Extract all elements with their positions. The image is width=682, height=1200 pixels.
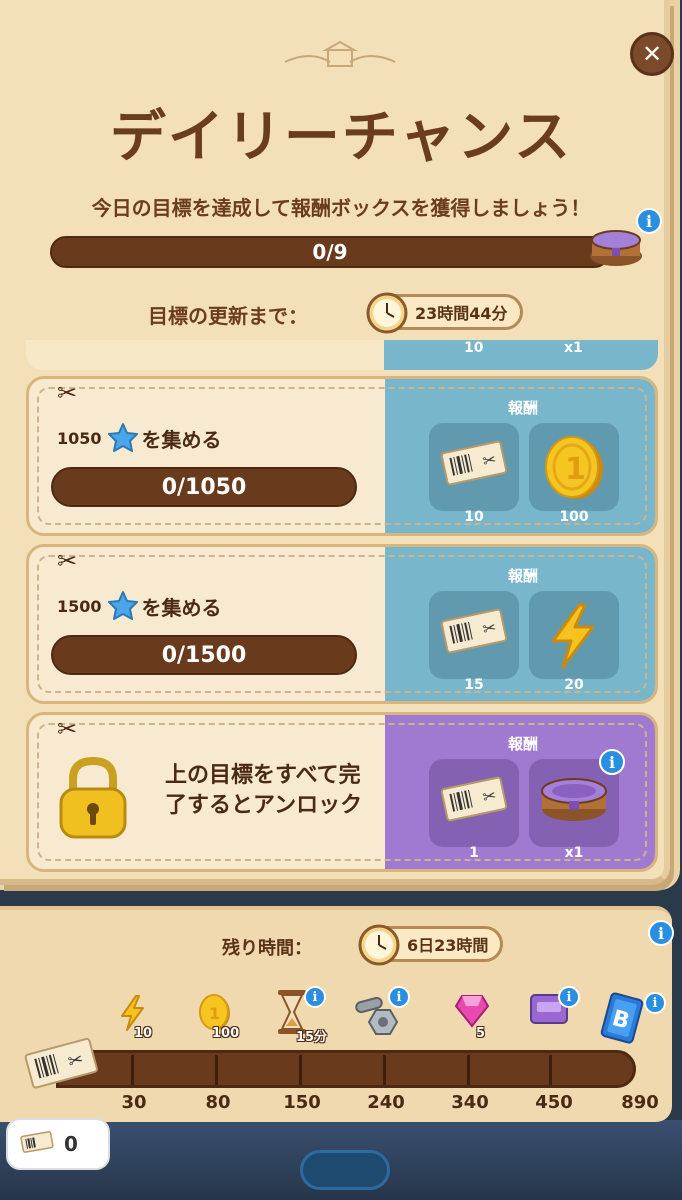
- page-title: デイリーチャンス: [109, 105, 573, 170]
- milestone-value: 150: [283, 1092, 321, 1113]
- ticket-counter[interactable]: 0: [6, 1118, 110, 1170]
- milestone-value: 80: [205, 1092, 231, 1113]
- blue-star-icon: [106, 421, 140, 455]
- reward-count: 10: [464, 509, 484, 525]
- ticket-icon: ✂: [440, 440, 508, 486]
- ticket-small-icon: [20, 1130, 54, 1159]
- scissors-icon: ✂: [57, 715, 78, 743]
- quest-progress-bar: 0/1050: [51, 467, 357, 507]
- quest-progress-bar: 0/1500: [51, 635, 357, 675]
- svg-text:1: 1: [209, 1004, 220, 1023]
- clock-icon: [357, 923, 401, 967]
- info-icon[interactable]: i: [599, 749, 625, 775]
- track-divider: [299, 1055, 302, 1085]
- track-divider: [549, 1055, 552, 1085]
- remain-label: 残り時間：: [222, 938, 312, 959]
- ticket-icon: ✂: [440, 608, 508, 654]
- reward-area: 報酬 ✂ 10 1 100: [385, 379, 655, 533]
- milestone-count: 100: [212, 1026, 240, 1041]
- close-icon: ✕: [641, 40, 663, 68]
- milestone-value: 240: [367, 1092, 405, 1113]
- track-divider: [467, 1055, 470, 1085]
- goal-text: を集める: [141, 595, 222, 620]
- track-divider: [383, 1055, 386, 1085]
- main-progress-bar: 0/9: [50, 236, 610, 268]
- reward-title: 報酬: [507, 399, 538, 417]
- reward-count: x1: [564, 845, 584, 861]
- list-top-right-count: x1: [564, 340, 583, 356]
- refresh-time-text: 23時間44分: [415, 304, 508, 323]
- clock-icon: [365, 291, 409, 335]
- quest-goal: 1500 を集める: [57, 589, 222, 623]
- list-top-left-count: 10: [464, 340, 484, 356]
- reward-area: 報酬 ✂ 1 x1 i: [385, 715, 655, 869]
- reward-count: 100: [559, 509, 589, 525]
- padlock-icon: [55, 755, 131, 845]
- header-ornament: [280, 40, 400, 74]
- nav-button-hint[interactable]: [300, 1150, 390, 1190]
- season-progress-track: [56, 1050, 636, 1088]
- milestone-count: 10: [134, 1026, 153, 1041]
- milestone-value: 340: [451, 1092, 489, 1113]
- scissors-icon: ✂: [57, 547, 78, 575]
- goal-text: を集める: [141, 427, 222, 452]
- season-time-text: 6日23時間: [407, 936, 489, 955]
- list-top-rewards: 10 x1: [384, 340, 658, 370]
- b-card-icon[interactable]: B: [600, 992, 644, 1048]
- svg-text:1: 1: [565, 452, 586, 487]
- milestone-value: 30: [121, 1092, 147, 1113]
- lock-text: 上の目標をすべて完了するとアンロック: [165, 763, 363, 818]
- reward-count: 20: [564, 677, 584, 693]
- goal-number: 1050: [57, 428, 102, 448]
- gold-coin-icon: 1: [545, 436, 603, 499]
- reward-title: 報酬: [507, 567, 538, 585]
- milestone-count: 15分: [296, 1030, 328, 1045]
- reward-slot: ✂ 1: [429, 759, 519, 861]
- ticket-icon: ✂: [440, 776, 508, 822]
- ticket-count: 0: [64, 1132, 78, 1156]
- milestone-count: 5: [476, 1026, 486, 1041]
- close-button[interactable]: ✕: [630, 32, 674, 76]
- quest-goal: 1050 を集める: [57, 421, 222, 455]
- reward-slot: 1 100: [529, 423, 619, 525]
- reward-chest-icon[interactable]: [588, 226, 644, 268]
- info-icon[interactable]: i: [636, 208, 662, 234]
- refresh-timer: 23時間44分: [366, 292, 523, 334]
- info-icon[interactable]: i: [644, 992, 666, 1014]
- blue-star-icon: [106, 589, 140, 623]
- chest-icon: [541, 778, 607, 821]
- lightning-icon: [551, 603, 595, 669]
- goal-number: 1500: [57, 596, 102, 616]
- info-icon[interactable]: i: [648, 920, 674, 946]
- main-progress-text: 0/9: [312, 240, 348, 264]
- milestone-value: 890: [621, 1092, 659, 1113]
- track-divider: [215, 1055, 218, 1085]
- reward-slot: ✂ 15: [429, 591, 519, 693]
- list-top-partial: 10 x1: [26, 340, 658, 370]
- season-timer: 6日23時間: [358, 924, 504, 966]
- info-icon[interactable]: i: [558, 986, 580, 1008]
- milestone-value: 450: [535, 1092, 573, 1113]
- quest-card: 報酬 ✂ 15 20 ✂ 1500 を集める 0/1500: [26, 544, 658, 704]
- scissors-icon: ✂: [57, 379, 78, 407]
- info-icon[interactable]: i: [304, 986, 326, 1008]
- quest-card: 報酬 ✂ 10 1 100 ✂ 1050 を集める 0/1050: [26, 376, 658, 536]
- refresh-label: 目標の更新まで：: [148, 304, 308, 328]
- ticket-icon: ✂: [22, 1034, 102, 1094]
- track-divider: [131, 1055, 134, 1085]
- info-icon[interactable]: i: [388, 986, 410, 1008]
- reward-area: 報酬 ✂ 15 20: [385, 547, 655, 701]
- reward-slot: 20: [529, 591, 619, 693]
- reward-count: 1: [469, 845, 479, 861]
- page-subtitle: 今日の目標を達成して報酬ボックスを獲得しましょう！: [91, 196, 591, 220]
- locked-quest-card: 報酬 ✂ 1 x1 i ✂ 上の目標をすべて完了するとアンロック: [26, 712, 658, 872]
- reward-slot: ✂ 10: [429, 423, 519, 525]
- reward-count: 15: [464, 677, 484, 693]
